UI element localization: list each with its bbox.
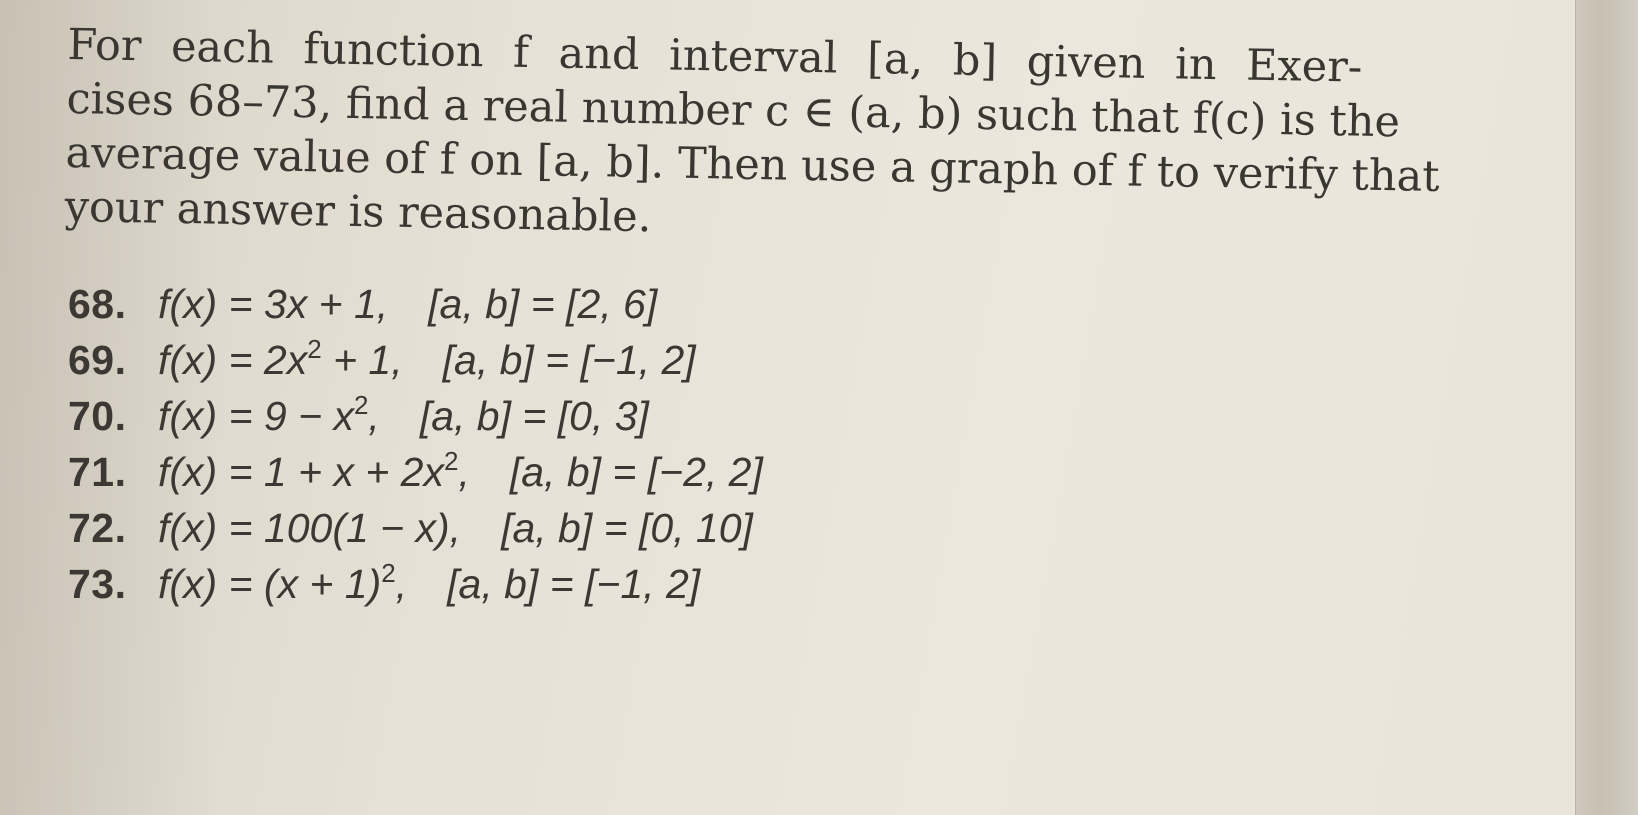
exercise-function: f(x) = 3x + 1,	[158, 281, 389, 327]
exercise-interval: [a, b] = [−1, 2]	[447, 561, 701, 607]
exercise-number: 73.	[68, 561, 127, 607]
exercise-number: 72.	[68, 505, 127, 551]
exercise-item: 72. f(x) = 100(1 − x), [a, b] = [0, 10]	[68, 500, 763, 556]
exercise-interval: [a, b] = [2, 6]	[428, 281, 658, 327]
exercise-number: 68.	[68, 281, 127, 327]
function-text: f(x) = 9 − x	[158, 393, 354, 439]
function-text: f(x) = (x + 1)	[158, 561, 382, 607]
exercise-interval: [a, b] = [−2, 2]	[509, 449, 763, 495]
exercise-interval: [a, b] = [−1, 2]	[442, 337, 696, 383]
exercise-list: 68. f(x) = 3x + 1, [a, b] = [2, 6] 69. f…	[68, 276, 763, 612]
function-text: ,	[395, 561, 408, 607]
exercise-number: 71.	[68, 449, 127, 495]
function-text: f(x) = 2x	[158, 337, 308, 383]
function-text: ,	[368, 393, 380, 439]
exercise-function: f(x) = 100(1 − x),	[158, 505, 462, 551]
instructions-paragraph: For each function f and interval [a, b] …	[64, 18, 1440, 257]
exercise-function: f(x) = (x + 1)2,	[158, 556, 407, 612]
exponent: 2	[381, 558, 396, 588]
exercise-function: f(x) = 2x2 + 1,	[158, 332, 403, 388]
exercise-item: 69. f(x) = 2x2 + 1, [a, b] = [−1, 2]	[68, 332, 763, 388]
exercise-function: f(x) = 1 + x + 2x2,	[158, 444, 470, 500]
exercise-item: 71. f(x) = 1 + x + 2x2, [a, b] = [−2, 2]	[68, 444, 763, 500]
page-edge	[1575, 0, 1638, 815]
function-text: f(x) = 1 + x + 2x	[158, 449, 444, 495]
exponent: 2	[307, 334, 322, 364]
exercise-interval: [a, b] = [0, 10]	[501, 505, 753, 551]
exponent: 2	[353, 390, 369, 420]
function-text: + 1,	[321, 337, 403, 383]
exercise-item: 68. f(x) = 3x + 1, [a, b] = [2, 6]	[68, 276, 763, 332]
exercise-function: f(x) = 9 − x2,	[158, 388, 380, 444]
exercise-number: 70.	[68, 393, 127, 439]
exercise-number: 69.	[68, 337, 127, 383]
exponent: 2	[443, 446, 459, 476]
exercise-item: 73. f(x) = (x + 1)2, [a, b] = [−1, 2]	[68, 556, 763, 612]
function-text: ,	[458, 449, 470, 495]
exercise-item: 70. f(x) = 9 − x2, [a, b] = [0, 3]	[68, 388, 763, 444]
exercise-interval: [a, b] = [0, 3]	[419, 393, 649, 439]
